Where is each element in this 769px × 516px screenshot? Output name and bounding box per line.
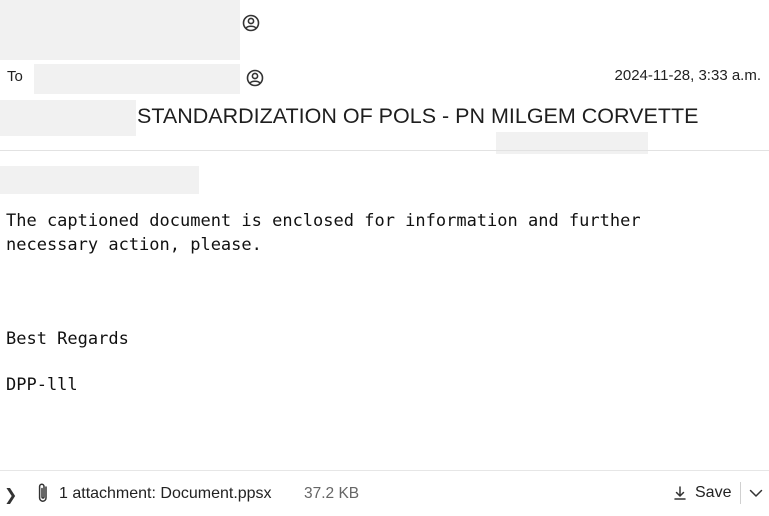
save-label: Save [695,484,732,501]
header-divider [0,150,769,151]
attachment-bar: ❯ 1 attachment: Document.ppsx 37.2 KB Sa… [0,471,769,516]
attachment-size: 37.2 KB [304,485,360,502]
sender-name-redacted [0,0,240,60]
attachment-label[interactable]: 1 attachment: Document.ppsx [59,485,272,503]
recipient-name-redacted [34,64,240,94]
closing-text: Best Regards [6,329,129,349]
chevron-down-icon[interactable] [747,482,765,504]
sender-person-icon[interactable] [242,14,260,32]
to-label: To [7,68,23,85]
body-line-1: The captioned document is enclosed for i… [6,211,641,231]
subject-prefix-redacted [0,100,136,136]
email-subject: STANDARDIZATION OF POLS - PN MILGEM CORV… [137,104,699,128]
chevron-right-icon[interactable]: ❯ [4,485,17,504]
received-date: 2024-11-28, 3:33 a.m. [614,67,761,84]
paperclip-icon [38,483,47,502]
save-split-divider [740,482,741,504]
download-icon [674,486,686,500]
signature-text: DPP-lll [6,375,78,395]
recipient-person-icon[interactable] [246,69,264,87]
greeting-redacted [0,166,199,194]
body-line-2: necessary action, please. [6,235,262,255]
save-button[interactable]: Save [672,480,737,506]
